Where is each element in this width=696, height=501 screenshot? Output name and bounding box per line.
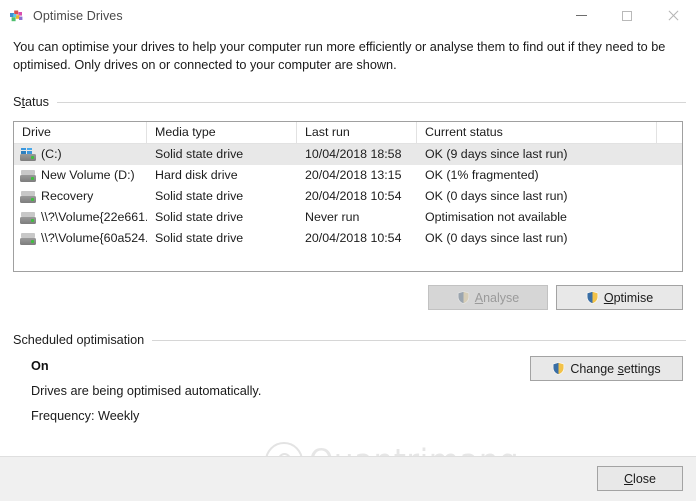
table-row[interactable]: (C:) Solid state drive 10/04/2018 18:58 OK … bbox=[14, 144, 682, 165]
cell-last-run: 20/04/2018 10:54 bbox=[305, 231, 402, 245]
dialog-footer bbox=[0, 456, 696, 501]
dialog-description: You can optimise your drives to help you… bbox=[13, 40, 666, 72]
cell-drive: (C:) bbox=[14, 144, 147, 165]
scheduled-group-label: Scheduled optimisation bbox=[13, 333, 145, 347]
drive-label: \\?\Volume{22e661... bbox=[41, 210, 147, 224]
title-bar: Optimise Drives bbox=[0, 0, 696, 31]
cell-media-type: Solid state drive bbox=[155, 147, 244, 161]
column-header-drive[interactable]: Drive bbox=[14, 122, 147, 143]
scheduled-group-header: Scheduled optimisation bbox=[13, 333, 686, 347]
group-separator-line bbox=[152, 339, 686, 341]
drive-icon bbox=[20, 211, 36, 225]
system-drive-icon bbox=[20, 147, 36, 162]
minimize-icon bbox=[575, 15, 587, 16]
maximize-button[interactable] bbox=[604, 0, 650, 31]
cell-media-type: Solid state drive bbox=[155, 189, 244, 203]
close-button-label: Close bbox=[624, 471, 656, 486]
table-row[interactable]: New Volume (D:) Hard disk drive 20/04/2018… bbox=[14, 165, 682, 186]
close-window-button[interactable] bbox=[650, 0, 696, 31]
cell-last-run: 20/04/2018 13:15 bbox=[305, 168, 402, 182]
window-controls bbox=[558, 0, 696, 31]
cell-current-status: OK (1% fragmented) bbox=[425, 168, 539, 182]
status-group-header: Status bbox=[13, 95, 686, 109]
drive-icon bbox=[20, 190, 36, 204]
cell-current-status: OK (9 days since last run) bbox=[425, 147, 568, 161]
close-icon bbox=[667, 10, 679, 22]
status-group-label: Status bbox=[13, 95, 49, 109]
column-header-last-run[interactable]: Last run bbox=[297, 122, 417, 143]
drive-label: \\?\Volume{60a524... bbox=[41, 231, 147, 245]
column-header-filler bbox=[657, 122, 682, 143]
cell-drive: \\?\Volume{22e661... bbox=[14, 207, 147, 228]
defrag-drives-icon bbox=[9, 8, 25, 24]
change-settings-button-label: Change settings bbox=[570, 361, 661, 376]
cell-media-type: Hard disk drive bbox=[155, 168, 238, 182]
group-separator-line bbox=[56, 101, 686, 103]
cell-last-run: 10/04/2018 18:58 bbox=[305, 147, 402, 161]
cell-current-status: Optimisation not available bbox=[425, 210, 567, 224]
cell-drive: \\?\Volume{60a524... bbox=[14, 228, 147, 249]
cell-media-type: Solid state drive bbox=[155, 210, 244, 224]
drive-label: (C:) bbox=[41, 147, 62, 161]
drive-icon bbox=[20, 169, 36, 183]
column-header-current-status[interactable]: Current status bbox=[417, 122, 657, 143]
cell-drive: Recovery bbox=[14, 186, 147, 207]
scheduled-state: On bbox=[31, 359, 49, 373]
cell-media-type: Solid state drive bbox=[155, 231, 244, 245]
cell-last-run: 20/04/2018 10:54 bbox=[305, 189, 402, 203]
cell-current-status: OK (0 days since last run) bbox=[425, 231, 568, 245]
analyse-button-label: Analyse bbox=[474, 290, 520, 305]
optimise-button-label: Optimise bbox=[603, 290, 654, 305]
window-title: Optimise Drives bbox=[33, 8, 123, 23]
column-header-media-type[interactable]: Media type bbox=[147, 122, 297, 143]
optimise-button[interactable]: Optimise bbox=[556, 285, 683, 310]
drive-icon bbox=[20, 232, 36, 246]
close-button[interactable]: Close bbox=[597, 466, 683, 491]
cell-last-run: Never run bbox=[305, 210, 360, 224]
uac-shield-icon bbox=[552, 362, 565, 375]
table-row[interactable]: \\?\Volume{22e661... Solid state drive Nev… bbox=[14, 207, 682, 228]
scheduled-frequency: Frequency: Weekly bbox=[31, 409, 140, 423]
uac-shield-icon bbox=[586, 291, 599, 304]
analyse-button[interactable]: Analyse bbox=[428, 285, 548, 310]
change-settings-button[interactable]: Change settings bbox=[530, 356, 683, 381]
scheduled-optimisation-info: On Drives are being optimised automatica… bbox=[31, 357, 261, 425]
uac-shield-icon bbox=[457, 291, 470, 304]
scheduled-detail: Drives are being optimised automatically… bbox=[31, 384, 262, 398]
table-row[interactable]: \\?\Volume{60a524... Solid state drive 20/… bbox=[14, 228, 682, 249]
maximize-icon bbox=[622, 10, 632, 21]
cell-drive: New Volume (D:) bbox=[14, 165, 147, 186]
drive-label: New Volume (D:) bbox=[41, 168, 135, 182]
drive-label: Recovery bbox=[41, 189, 94, 203]
cell-current-status: OK (0 days since last run) bbox=[425, 189, 568, 203]
drives-list-body: (C:) Solid state drive 10/04/2018 18:58 OK … bbox=[14, 144, 682, 249]
table-row[interactable]: Recovery Solid state drive 20/04/2018 10:5… bbox=[14, 186, 682, 207]
drives-list[interactable]: Drive Media type Last run Current status… bbox=[13, 121, 683, 272]
minimize-button[interactable] bbox=[558, 0, 604, 31]
drives-list-header: Drive Media type Last run Current status bbox=[14, 122, 682, 144]
